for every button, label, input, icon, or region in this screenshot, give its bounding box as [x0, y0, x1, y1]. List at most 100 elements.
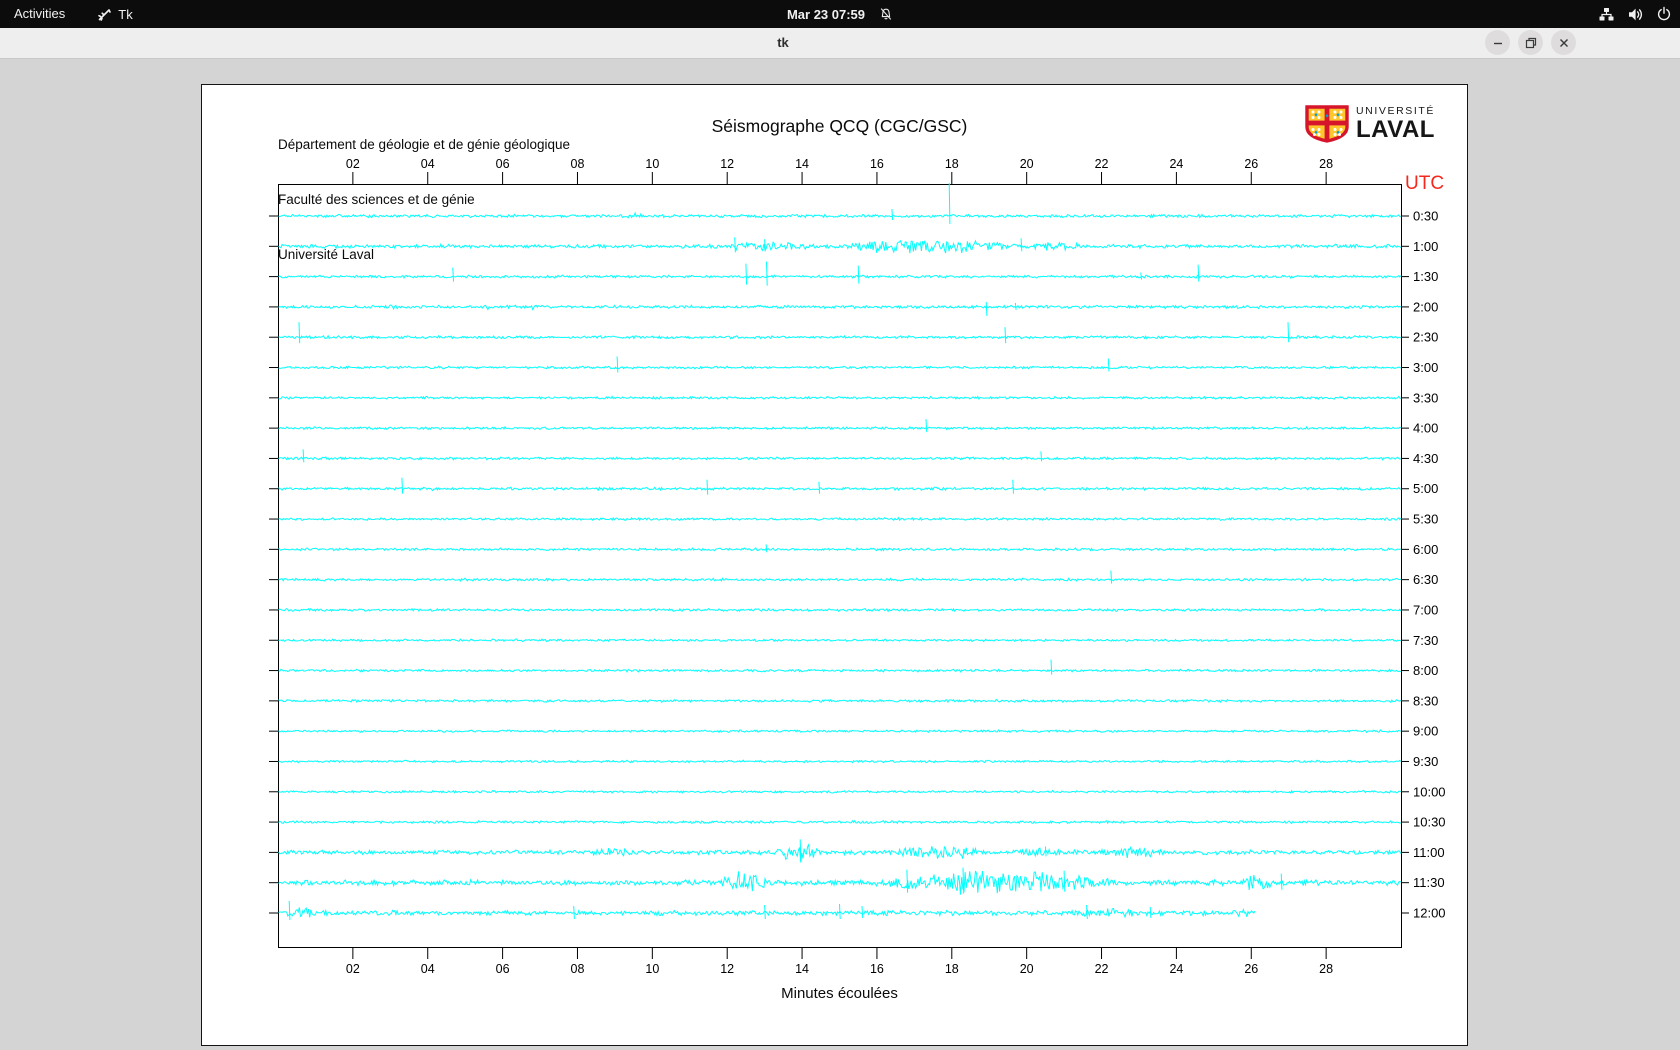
tk-window-body: 02 02 04 04 06 06 08 08 10 10 12 12 14 14 16 16 18 18 20 20…	[0, 59, 1680, 1050]
utc-time-label: 4:30	[1413, 451, 1438, 466]
seismogram-trace	[278, 544, 1402, 553]
clock-menu-button[interactable]: Mar 23 07:59	[787, 0, 893, 28]
utc-time-label: 11:30	[1413, 875, 1445, 890]
x-axis-tick-label-top: 10	[645, 157, 659, 171]
minimize-button[interactable]	[1485, 30, 1510, 55]
notifications-off-bell-icon	[880, 8, 892, 20]
clock-label: Mar 23 07:59	[786, 6, 866, 22]
plot-title: Séismographe QCQ (CGC/GSC)	[711, 116, 968, 136]
utc-time-label: 6:30	[1413, 572, 1438, 587]
logo-universite-label: UNIVERSITÉ	[1356, 104, 1436, 117]
x-axis-tick-label-bottom: 04	[421, 962, 435, 976]
x-axis-tick-label-bottom: 24	[1169, 962, 1183, 976]
header-line-3: Université Laval	[278, 247, 375, 263]
seismogram-trace	[278, 729, 1402, 734]
utc-time-label: 1:00	[1413, 239, 1438, 254]
utc-time-label: 4:00	[1413, 421, 1438, 436]
seismogram-trace	[278, 819, 1401, 825]
x-axis-tick-label-bottom: 26	[1244, 962, 1258, 976]
utc-time-label: 8:00	[1413, 663, 1438, 678]
utc-time-label: 2:30	[1413, 330, 1438, 345]
utc-time-label: 7:30	[1413, 633, 1438, 648]
utc-time-label: 8:30	[1413, 693, 1438, 708]
x-axis-tick-label-top: 08	[571, 157, 585, 171]
x-axis-tick-label-bottom: 20	[1020, 962, 1034, 976]
utc-time-label: 3:00	[1413, 360, 1438, 375]
utc-time-label: 12:00	[1413, 905, 1446, 920]
utc-time-label: 9:00	[1413, 724, 1438, 739]
x-axis-tick-label-bottom: 12	[720, 962, 734, 976]
logo-laval-label: LAVAL	[1356, 116, 1435, 144]
x-axis-tick-label-top: 28	[1319, 157, 1333, 171]
seismogram-trace	[278, 839, 1402, 863]
maximize-button[interactable]	[1518, 30, 1543, 55]
gnome-top-bar: Activities Tk Mar 23 07:59	[0, 0, 1680, 28]
maximize-icon	[1525, 37, 1536, 48]
utc-time-label: 7:00	[1413, 602, 1438, 617]
network-wired-icon	[1599, 7, 1614, 20]
seismogram-trace	[278, 395, 1402, 401]
seismogram-trace	[278, 698, 1402, 704]
header-line-2: Faculté des sciences et de génie	[278, 192, 475, 208]
utc-time-label: 11:00	[1413, 845, 1445, 860]
utc-time-label: 6:00	[1413, 542, 1438, 557]
x-axis-tick-label-top: 20	[1020, 157, 1034, 171]
seismogram-trace	[278, 659, 1402, 675]
laval-shield-icon	[1305, 105, 1349, 143]
seismogram-trace	[278, 477, 1402, 495]
x-axis-title: Minutes écoulées	[781, 985, 898, 1002]
minimize-icon	[1493, 42, 1502, 44]
window-title: tk	[777, 35, 789, 50]
x-axis-tick-label-top: 22	[1095, 157, 1109, 171]
seismogram-trace	[278, 301, 1402, 316]
x-axis-tick-label-top: 14	[795, 157, 809, 171]
x-axis-tick-label-bottom: 28	[1319, 962, 1333, 976]
seismogram-trace	[278, 322, 1402, 344]
utc-label: UTC	[1405, 173, 1445, 194]
seismogram-trace	[278, 356, 1402, 373]
x-axis-tick-label-bottom: 08	[571, 962, 585, 976]
seismogram-trace	[278, 419, 1402, 433]
x-axis-tick-label-bottom: 14	[795, 962, 809, 976]
universite-laval-logo: UNIVERSITÉ LAVAL	[1305, 105, 1435, 143]
utc-time-label: 9:30	[1413, 754, 1438, 769]
x-axis-tick-label-bottom: 02	[346, 962, 360, 976]
x-axis-tick-label-bottom: 10	[645, 962, 659, 976]
seismogram-trace	[278, 789, 1402, 794]
volume-icon	[1629, 8, 1643, 20]
seismograph-canvas: 02 02 04 04 06 06 08 08 10 10 12 12 14 14 16 16 18 18 20 20…	[201, 84, 1468, 1046]
x-axis-tick-label-bottom: 22	[1095, 962, 1109, 976]
seismogram-trace	[278, 638, 1402, 643]
header-line-1: Département de géologie et de génie géol…	[278, 136, 570, 152]
x-axis-tick-label-top: 26	[1244, 157, 1258, 171]
seismogram-trace	[278, 900, 1256, 921]
seismogram-trace	[278, 449, 1402, 463]
activities-button[interactable]: Activities	[0, 0, 79, 28]
close-icon	[1559, 38, 1568, 47]
utc-time-label: 3:30	[1413, 390, 1438, 405]
utc-time-label: 5:00	[1413, 481, 1438, 496]
utc-time-label: 0:30	[1413, 209, 1438, 224]
utc-time-label: 10:30	[1413, 815, 1446, 830]
x-axis-tick-label-bottom: 18	[945, 962, 959, 976]
window-titlebar[interactable]: tk	[0, 28, 1680, 59]
x-axis-tick-label-bottom: 06	[496, 962, 510, 976]
utc-time-label: 1:30	[1413, 269, 1438, 284]
close-button[interactable]	[1551, 30, 1576, 55]
x-axis-tick-label-top: 18	[945, 157, 959, 171]
app-menu-button[interactable]: Tk	[97, 6, 133, 22]
seismogram-trace	[278, 516, 1402, 522]
x-axis-tick-label-bottom: 16	[870, 962, 884, 976]
x-axis-tick-label-top: 16	[870, 157, 884, 171]
system-status-area[interactable]	[1598, 0, 1672, 28]
power-icon	[1657, 6, 1671, 21]
utc-time-label: 10:00	[1413, 784, 1446, 799]
seismogram-trace	[278, 759, 1402, 764]
app-name-label: Tk	[118, 6, 133, 22]
seismogram-trace	[278, 570, 1402, 584]
seismogram-trace	[278, 867, 1402, 895]
utc-time-label: 5:30	[1413, 512, 1438, 527]
seismogram-trace	[278, 607, 1402, 613]
x-axis-tick-label-top: 24	[1169, 157, 1183, 171]
x-axis-tick-label-top: 12	[720, 157, 734, 171]
